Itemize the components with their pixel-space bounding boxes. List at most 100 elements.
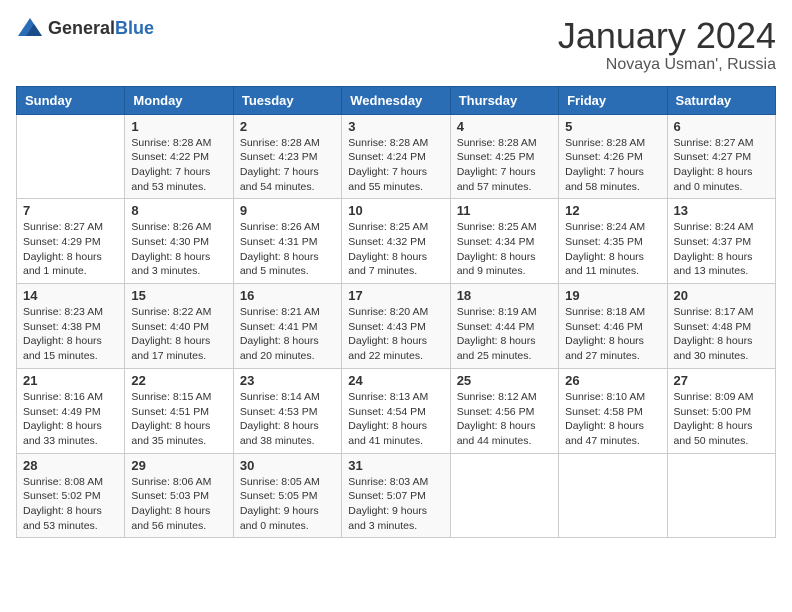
- day-info: Sunrise: 8:23 AM Sunset: 4:38 PM Dayligh…: [23, 305, 118, 364]
- day-number: 24: [348, 373, 443, 388]
- day-number: 5: [565, 119, 660, 134]
- header: GeneralBlue January 2024 Novaya Usman', …: [16, 16, 776, 74]
- day-info: Sunrise: 8:16 AM Sunset: 4:49 PM Dayligh…: [23, 390, 118, 449]
- day-info: Sunrise: 8:28 AM Sunset: 4:23 PM Dayligh…: [240, 136, 335, 195]
- day-number: 14: [23, 288, 118, 303]
- day-number: 18: [457, 288, 552, 303]
- week-row-2: 14 Sunrise: 8:23 AM Sunset: 4:38 PM Dayli…: [17, 284, 776, 369]
- day-info: Sunrise: 8:05 AM Sunset: 5:05 PM Dayligh…: [240, 475, 335, 534]
- calendar-cell: 2 Sunrise: 8:28 AM Sunset: 4:23 PM Daylig…: [233, 114, 341, 199]
- calendar-cell: [450, 453, 558, 538]
- day-info: Sunrise: 8:24 AM Sunset: 4:35 PM Dayligh…: [565, 220, 660, 279]
- day-number: 25: [457, 373, 552, 388]
- day-info: Sunrise: 8:15 AM Sunset: 4:51 PM Dayligh…: [131, 390, 226, 449]
- weekday-header-thursday: Thursday: [450, 86, 558, 114]
- weekday-header-monday: Monday: [125, 86, 233, 114]
- calendar-cell: 4 Sunrise: 8:28 AM Sunset: 4:25 PM Daylig…: [450, 114, 558, 199]
- logo: GeneralBlue: [16, 16, 154, 40]
- day-info: Sunrise: 8:27 AM Sunset: 4:27 PM Dayligh…: [674, 136, 769, 195]
- calendar-cell: [17, 114, 125, 199]
- day-info: Sunrise: 8:26 AM Sunset: 4:30 PM Dayligh…: [131, 220, 226, 279]
- day-info: Sunrise: 8:14 AM Sunset: 4:53 PM Dayligh…: [240, 390, 335, 449]
- day-number: 30: [240, 458, 335, 473]
- calendar-cell: 1 Sunrise: 8:28 AM Sunset: 4:22 PM Daylig…: [125, 114, 233, 199]
- day-number: 31: [348, 458, 443, 473]
- calendar-cell: 9 Sunrise: 8:26 AM Sunset: 4:31 PM Daylig…: [233, 199, 341, 284]
- calendar-cell: 25 Sunrise: 8:12 AM Sunset: 4:56 PM Dayli…: [450, 368, 558, 453]
- weekday-header-wednesday: Wednesday: [342, 86, 450, 114]
- week-row-3: 21 Sunrise: 8:16 AM Sunset: 4:49 PM Dayli…: [17, 368, 776, 453]
- day-number: 2: [240, 119, 335, 134]
- calendar-cell: 11Sunrise: 8:25 AM Sunset: 4:34 PM Dayli…: [450, 199, 558, 284]
- day-info: Sunrise: 8:03 AM Sunset: 5:07 PM Dayligh…: [348, 475, 443, 534]
- calendar-cell: 16 Sunrise: 8:21 AM Sunset: 4:41 PM Dayli…: [233, 284, 341, 369]
- main-title: January 2024: [558, 16, 776, 56]
- calendar-cell: 3 Sunrise: 8:28 AM Sunset: 4:24 PM Daylig…: [342, 114, 450, 199]
- calendar-cell: 26Sunrise: 8:10 AM Sunset: 4:58 PM Dayli…: [559, 368, 667, 453]
- day-info: Sunrise: 8:09 AM Sunset: 5:00 PM Dayligh…: [674, 390, 769, 449]
- day-number: 19: [565, 288, 660, 303]
- day-info: Sunrise: 8:10 AM Sunset: 4:58 PM Dayligh…: [565, 390, 660, 449]
- day-number: 10: [348, 203, 443, 218]
- calendar-cell: [667, 453, 775, 538]
- day-info: Sunrise: 8:24 AM Sunset: 4:37 PM Dayligh…: [674, 220, 769, 279]
- calendar-cell: 31 Sunrise: 8:03 AM Sunset: 5:07 PM Dayli…: [342, 453, 450, 538]
- day-info: Sunrise: 8:28 AM Sunset: 4:25 PM Dayligh…: [457, 136, 552, 195]
- day-info: Sunrise: 8:19 AM Sunset: 4:44 PM Dayligh…: [457, 305, 552, 364]
- day-number: 17: [348, 288, 443, 303]
- weekday-header-sunday: Sunday: [17, 86, 125, 114]
- calendar-cell: 17 Sunrise: 8:20 AM Sunset: 4:43 PM Dayli…: [342, 284, 450, 369]
- calendar-cell: 18 Sunrise: 8:19 AM Sunset: 4:44 PM Dayli…: [450, 284, 558, 369]
- calendar-cell: 10 Sunrise: 8:25 AM Sunset: 4:32 PM Dayli…: [342, 199, 450, 284]
- day-info: Sunrise: 8:06 AM Sunset: 5:03 PM Dayligh…: [131, 475, 226, 534]
- day-number: 9: [240, 203, 335, 218]
- calendar-cell: 21 Sunrise: 8:16 AM Sunset: 4:49 PM Dayli…: [17, 368, 125, 453]
- week-row-1: 7Sunrise: 8:27 AM Sunset: 4:29 PM Daylig…: [17, 199, 776, 284]
- calendar-cell: 27 Sunrise: 8:09 AM Sunset: 5:00 PM Dayli…: [667, 368, 775, 453]
- day-info: Sunrise: 8:20 AM Sunset: 4:43 PM Dayligh…: [348, 305, 443, 364]
- day-info: Sunrise: 8:26 AM Sunset: 4:31 PM Dayligh…: [240, 220, 335, 279]
- calendar-cell: 8 Sunrise: 8:26 AM Sunset: 4:30 PM Daylig…: [125, 199, 233, 284]
- day-number: 21: [23, 373, 118, 388]
- weekday-header-friday: Friday: [559, 86, 667, 114]
- day-info: Sunrise: 8:22 AM Sunset: 4:40 PM Dayligh…: [131, 305, 226, 364]
- week-row-0: 1 Sunrise: 8:28 AM Sunset: 4:22 PM Daylig…: [17, 114, 776, 199]
- day-number: 15: [131, 288, 226, 303]
- day-number: 13: [674, 203, 769, 218]
- day-info: Sunrise: 8:08 AM Sunset: 5:02 PM Dayligh…: [23, 475, 118, 534]
- weekday-header-tuesday: Tuesday: [233, 86, 341, 114]
- day-number: 3: [348, 119, 443, 134]
- day-number: 27: [674, 373, 769, 388]
- subtitle: Novaya Usman', Russia: [558, 56, 776, 74]
- calendar-cell: 7Sunrise: 8:27 AM Sunset: 4:29 PM Daylig…: [17, 199, 125, 284]
- day-info: Sunrise: 8:13 AM Sunset: 4:54 PM Dayligh…: [348, 390, 443, 449]
- day-number: 8: [131, 203, 226, 218]
- calendar-cell: 24 Sunrise: 8:13 AM Sunset: 4:54 PM Dayli…: [342, 368, 450, 453]
- day-info: Sunrise: 8:25 AM Sunset: 4:34 PM Dayligh…: [457, 220, 552, 279]
- day-number: 4: [457, 119, 552, 134]
- calendar-cell: 15 Sunrise: 8:22 AM Sunset: 4:40 PM Dayli…: [125, 284, 233, 369]
- calendar: SundayMondayTuesdayWednesdayThursdayFrid…: [16, 86, 776, 539]
- weekday-header-saturday: Saturday: [667, 86, 775, 114]
- calendar-cell: 14 Sunrise: 8:23 AM Sunset: 4:38 PM Dayli…: [17, 284, 125, 369]
- logo-blue: Blue: [115, 18, 154, 38]
- day-info: Sunrise: 8:28 AM Sunset: 4:22 PM Dayligh…: [131, 136, 226, 195]
- day-number: 28: [23, 458, 118, 473]
- day-info: Sunrise: 8:28 AM Sunset: 4:24 PM Dayligh…: [348, 136, 443, 195]
- calendar-cell: [559, 453, 667, 538]
- calendar-cell: 30 Sunrise: 8:05 AM Sunset: 5:05 PM Dayli…: [233, 453, 341, 538]
- day-number: 20: [674, 288, 769, 303]
- day-info: Sunrise: 8:18 AM Sunset: 4:46 PM Dayligh…: [565, 305, 660, 364]
- day-number: 1: [131, 119, 226, 134]
- day-info: Sunrise: 8:12 AM Sunset: 4:56 PM Dayligh…: [457, 390, 552, 449]
- day-number: 6: [674, 119, 769, 134]
- calendar-cell: 19 Sunrise: 8:18 AM Sunset: 4:46 PM Dayli…: [559, 284, 667, 369]
- logo-general: General: [48, 18, 115, 38]
- day-info: Sunrise: 8:25 AM Sunset: 4:32 PM Dayligh…: [348, 220, 443, 279]
- day-info: Sunrise: 8:27 AM Sunset: 4:29 PM Dayligh…: [23, 220, 118, 279]
- calendar-cell: 5Sunrise: 8:28 AM Sunset: 4:26 PM Daylig…: [559, 114, 667, 199]
- day-number: 22: [131, 373, 226, 388]
- day-info: Sunrise: 8:21 AM Sunset: 4:41 PM Dayligh…: [240, 305, 335, 364]
- day-info: Sunrise: 8:17 AM Sunset: 4:48 PM Dayligh…: [674, 305, 769, 364]
- day-number: 16: [240, 288, 335, 303]
